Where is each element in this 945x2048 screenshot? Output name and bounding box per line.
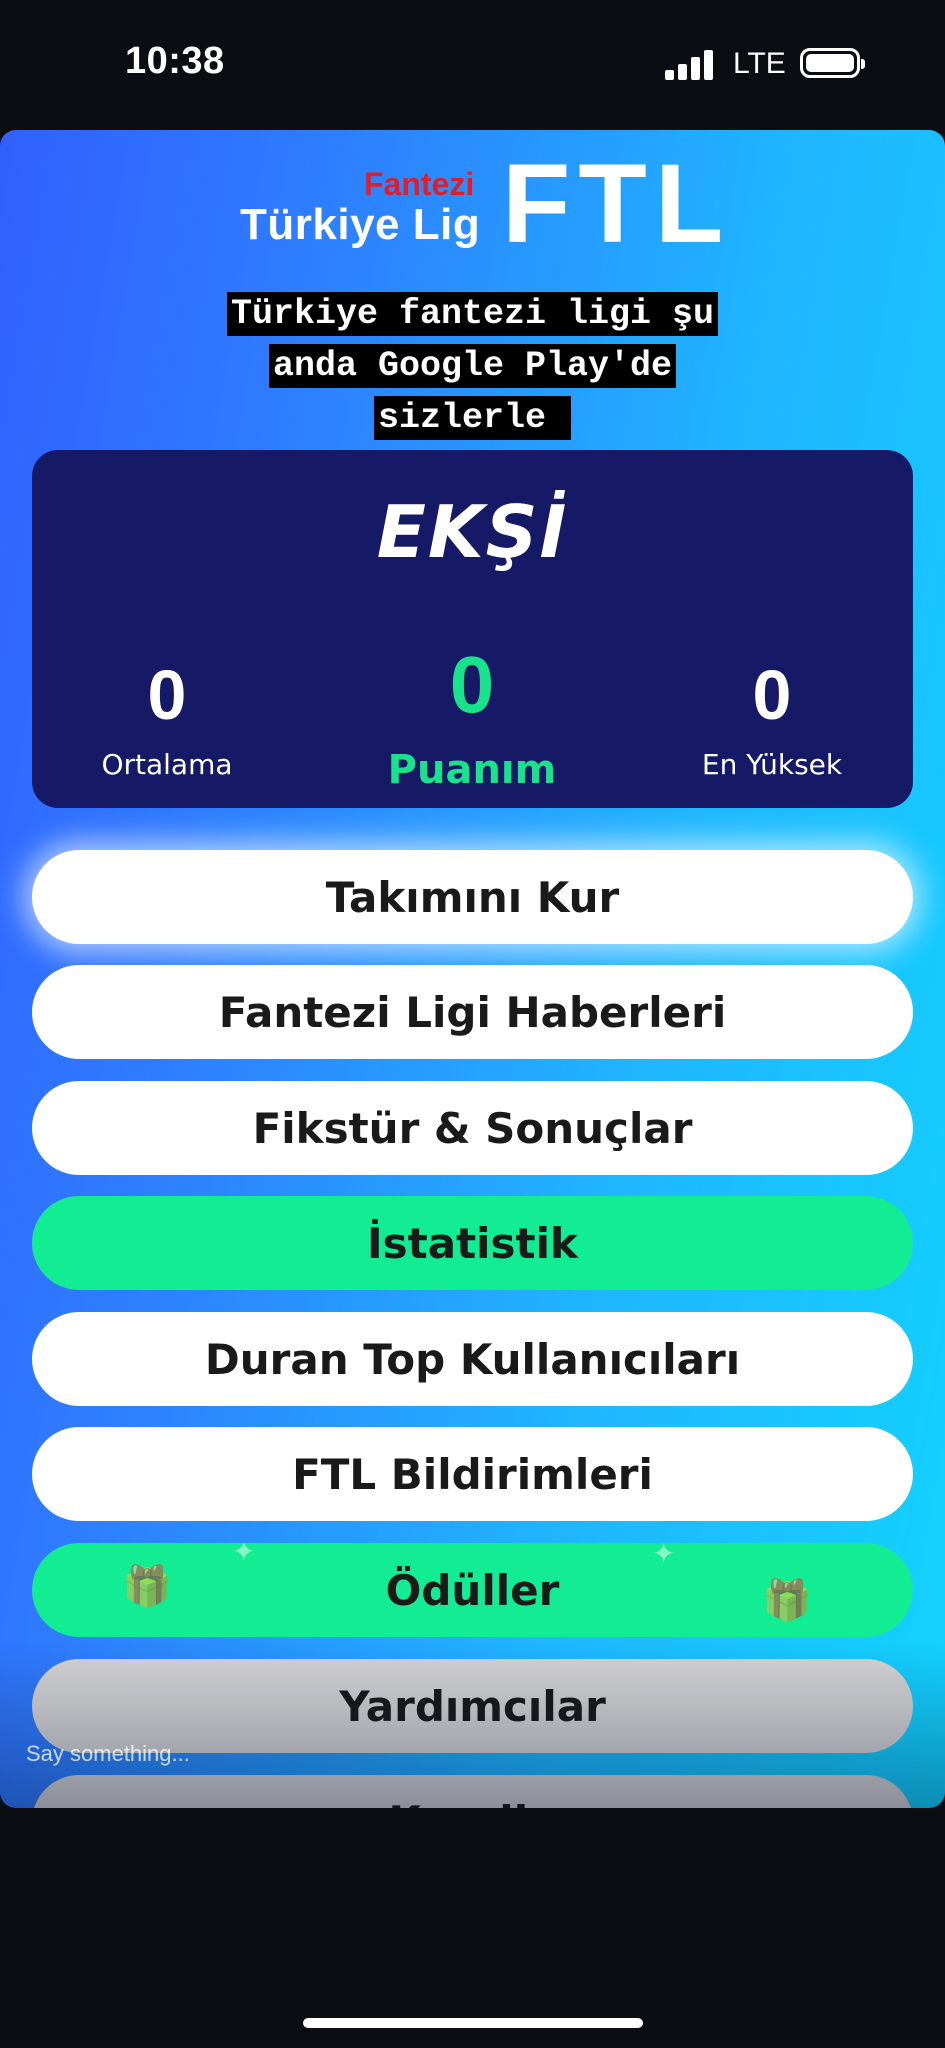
status-time: 10:38 [125,40,225,82]
rewards-button[interactable]: 🎁 ✦ ✦ 🎁 Ödüller [32,1543,913,1637]
highest-label: En Yüksek [701,748,843,781]
announcement-line-2: anda Google Play'de [268,344,677,388]
announcement-banner: Türkiye fantezi ligi şu anda Google Play… [0,288,945,444]
status-bar: 10:38 LTE [0,0,945,130]
gift-box-icon: 🎁 [762,1578,812,1624]
app-screen: Fantezi Türkiye Lig FTL Türkiye fantezi … [0,130,945,1808]
ftl-notifications-button[interactable]: FTL Bildirimleri [32,1427,913,1521]
my-points-value: 0 [449,640,495,729]
battery-icon [800,48,865,78]
fixtures-results-button[interactable]: Fikstür & Sonuçlar [32,1081,913,1175]
rewards-label: Ödüller [385,1565,560,1615]
rules-button[interactable]: Kuralla [32,1775,913,1808]
gift-box-icon: 🎁 [122,1564,172,1610]
team-name: EKŞİ [376,490,569,574]
logo-fantezi-text: Fantezi [364,166,475,202]
score-panel: EKŞİ 0 Ortalama 0 Puanım 0 En Yüksek [32,450,913,808]
confetti-icon: ✦ [652,1543,676,1570]
average-value: 0 [147,656,187,734]
logo-ftl-text: FTL [502,141,732,266]
home-indicator[interactable] [303,2018,643,2028]
build-team-button[interactable]: Takımını Kur [32,850,913,944]
helpers-button[interactable]: Yardımcılar [32,1659,913,1753]
confetti-icon: ✦ [232,1543,256,1568]
league-news-button[interactable]: Fantezi Ligi Haberleri [32,965,913,1059]
announcement-line-1: Türkiye fantezi ligi şu [226,292,719,336]
statistics-button[interactable]: İstatistik [32,1196,913,1290]
signal-bars-icon [665,48,715,80]
average-label: Ortalama [101,748,233,781]
my-points-stat: 0 Puanım [352,640,592,794]
set-piece-takers-button[interactable]: Duran Top Kullanıcıları [32,1312,913,1406]
highest-value: 0 [752,656,792,734]
ftl-logo: Fantezi Türkiye Lig FTL [240,148,740,272]
announcement-line-3: sizlerle [373,396,572,440]
comment-input[interactable]: Say something... [26,1741,190,1767]
average-stat: 0 Ortalama [72,660,262,781]
my-points-label: Puanım [387,747,557,793]
network-type: LTE [733,47,786,80]
logo-turkiye-lig-text: Türkiye Lig [240,200,481,249]
highest-stat: 0 En Yüksek [672,660,872,781]
